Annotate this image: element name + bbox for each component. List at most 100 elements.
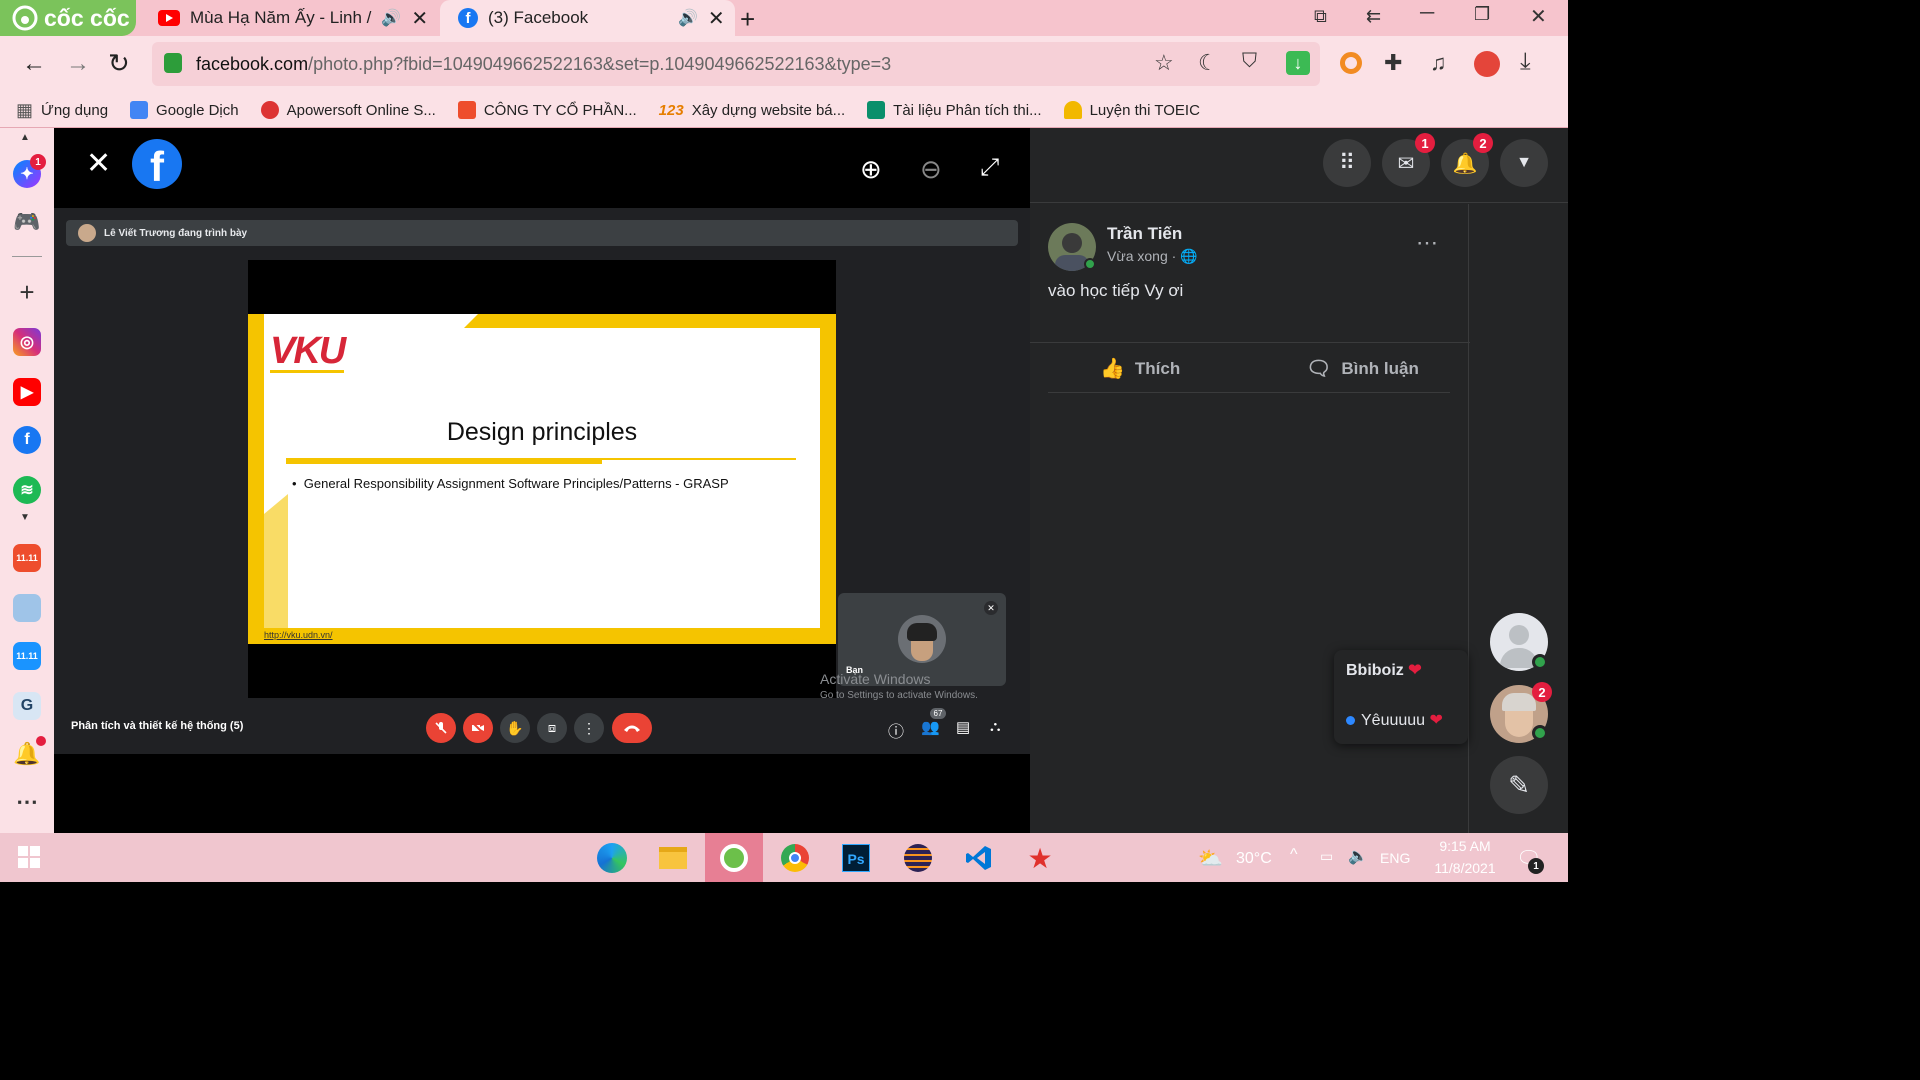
bookmark-website[interactable]: 123 Xây dựng website bá... (659, 102, 846, 119)
clock-date[interactable]: 11/8/2021 (1410, 860, 1520, 876)
online-dot (1084, 258, 1096, 270)
instagram-icon[interactable]: ◎ (13, 328, 41, 356)
chrome-icon[interactable] (777, 840, 813, 876)
bookmark-label: Xây dựng website bá... (691, 101, 846, 119)
menu-grid-icon[interactable]: ⠿ (1323, 139, 1371, 187)
presenter-text: Lê Viết Trương đang trình bày (104, 227, 248, 239)
minimize-icon[interactable]: ─ (1420, 2, 1434, 25)
address-bar[interactable]: facebook.com/photo.php?fbid=104904966252… (152, 42, 1320, 86)
star-app-icon[interactable]: ★ (1022, 840, 1058, 876)
star-icon[interactable]: ☆ (1154, 50, 1174, 76)
bookmark-google-translate[interactable]: Google Dịch (130, 101, 239, 119)
facebook-icon[interactable]: f (13, 426, 41, 454)
forward-icon[interactable]: → (66, 50, 90, 78)
zoom-out-icon[interactable]: ⊖ (920, 154, 942, 185)
coccoc-logo[interactable]: cốc cốc (0, 0, 136, 36)
anime-icon[interactable] (13, 594, 41, 622)
edu-icon[interactable]: G (13, 692, 41, 720)
participants-count: 67 (930, 708, 946, 719)
new-message-icon[interactable]: ✎ (1490, 756, 1548, 814)
add-icon[interactable]: + (13, 277, 41, 307)
chat-name-text: Bbiboiz (1346, 662, 1404, 679)
coccoc-extension-icon[interactable] (1340, 52, 1362, 74)
comment-button[interactable]: 🗨 Bình luận (1306, 356, 1419, 381)
download-helper-icon[interactable]: ↓ (1286, 51, 1310, 75)
tab-youtube[interactable]: Mùa Hạ Năm Ấy - Linh / 🔊 ✕ (140, 0, 440, 36)
profile-avatar[interactable] (1474, 51, 1500, 77)
like-button[interactable]: 👍 Thích (1100, 356, 1180, 381)
facebook-logo-icon[interactable]: f (132, 139, 182, 190)
battery-icon[interactable]: ▭ (1320, 848, 1333, 865)
bookmark-toeic[interactable]: Luyện thi TOEIC (1063, 101, 1200, 119)
tab-title: Mùa Hạ Năm Ấy - Linh / (190, 8, 372, 27)
photoshop-icon[interactable]: Ps (838, 840, 874, 876)
weather-temp[interactable]: 30°C (1236, 850, 1272, 868)
youtube-icon[interactable]: ▶ (13, 378, 41, 406)
coccoc-taskbar-icon[interactable] (716, 840, 752, 876)
activate-windows-sub: Go to Settings to activate Windows. (820, 690, 978, 701)
unread-dot (1346, 716, 1355, 725)
panel-divider (1468, 204, 1469, 833)
scroll-up-icon[interactable]: ▲ (20, 132, 30, 143)
bookmark-label: Tài liệu Phân tích thi... (893, 101, 1042, 119)
restore-icon[interactable]: ❐ (1474, 4, 1490, 25)
playlist-icon[interactable]: ♫ (1430, 50, 1447, 76)
clock-time[interactable]: 9:15 AM (1410, 838, 1520, 854)
moon-icon[interactable]: ☾ (1198, 50, 1218, 76)
post-options-icon[interactable]: ⋯ (1416, 230, 1438, 256)
windows-start-icon[interactable] (18, 846, 40, 868)
fullscreen-icon[interactable]: ⤢ (980, 154, 999, 182)
shopee-icon[interactable]: 11.11 (13, 544, 41, 572)
volume-icon[interactable]: 🔈 (1348, 846, 1368, 866)
close-viewer-icon[interactable]: ✕ (86, 146, 111, 181)
close-window-icon[interactable]: ✕ (1530, 4, 1547, 29)
tab-facebook[interactable]: f (3) Facebook 🔊 ✕ (440, 0, 735, 36)
new-tab-icon[interactable]: + (740, 4, 755, 35)
post-time-text: Vừa xong (1107, 248, 1168, 264)
edge-icon[interactable] (594, 840, 630, 876)
lock-icon (164, 53, 182, 73)
close-tab-icon[interactable]: ✕ (411, 6, 428, 31)
chat-preview[interactable]: Bbiboiz ❤ Yêuuuuu ❤ (1334, 650, 1468, 744)
bookmark-documents[interactable]: Tài liệu Phân tích thi... (867, 101, 1042, 119)
post-divider-top (1030, 342, 1470, 343)
scroll-down-icon[interactable]: ▼ (20, 512, 30, 523)
author-name[interactable]: Trần Tiến (1107, 224, 1182, 244)
speaker-icon: 🔊 (678, 10, 698, 27)
shield-icon[interactable]: ⛉ (1242, 50, 1257, 73)
bookmark-apowersoft[interactable]: Apowersoft Online S... (260, 101, 436, 119)
more-options-icon: ⋮ (574, 713, 604, 743)
tiki-icon[interactable]: 11.11 (13, 642, 41, 670)
presenter-avatar (78, 224, 96, 242)
bookmark-company[interactable]: CÔNG TY CỔ PHẦN... (457, 101, 637, 119)
weather-icon[interactable]: ⛅ (1198, 846, 1223, 871)
reload-icon[interactable]: ↻ (108, 48, 130, 79)
reader-icon[interactable]: ⧉ (1314, 6, 1327, 27)
globe-icon: 🌐 (1180, 248, 1198, 264)
speaker-icon: 🔊 (381, 10, 402, 27)
extensions-icon[interactable]: ✚ (1384, 50, 1402, 76)
leave-call-icon (612, 713, 652, 743)
eclipse-icon[interactable] (900, 840, 936, 876)
file-explorer-icon[interactable] (655, 840, 691, 876)
spotify-icon[interactable]: ≋ (13, 476, 41, 504)
post-time[interactable]: Vừa xong · 🌐 (1107, 248, 1198, 265)
online-dot (1532, 654, 1548, 670)
bookmark-apps[interactable]: ▦ Ứng dụng (16, 100, 108, 121)
close-tab-icon[interactable]: ✕ (708, 6, 725, 31)
back-list-icon[interactable]: ⇇ (1366, 6, 1381, 27)
zoom-in-icon[interactable]: ⊕ (860, 154, 882, 185)
toeic-icon (1063, 101, 1082, 119)
back-icon[interactable]: ← (22, 50, 46, 78)
more-icon[interactable]: ⋯ (13, 788, 41, 816)
gamepad-icon[interactable]: 🎮 (13, 208, 41, 236)
present-screen-icon: ⧈ (537, 713, 567, 743)
tray-expand-icon[interactable]: ^ (1290, 846, 1298, 864)
apowersoft-icon (260, 101, 279, 119)
download-icon[interactable]: ⤓ (1520, 48, 1531, 76)
language-indicator[interactable]: ENG (1380, 850, 1410, 866)
meeting-name: Phân tích và thiết kế hệ thống (5) (71, 720, 244, 732)
vscode-icon[interactable] (961, 840, 997, 876)
shopping-bag-icon (457, 101, 476, 119)
account-menu-icon[interactable]: ▼ (1500, 139, 1548, 187)
